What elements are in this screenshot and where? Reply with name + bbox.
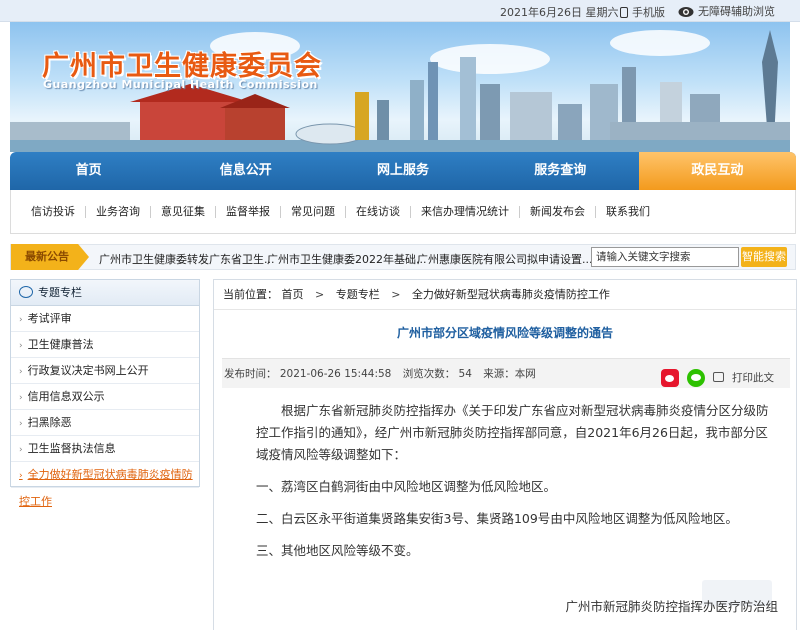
site-title-english: Guangzhou Municipal Health Commission bbox=[43, 78, 318, 91]
main-nav: 首页 信息公开 网上服务 服务查询 政民互动 bbox=[10, 152, 797, 190]
sub-nav: 信访投诉 业务咨询 意见征集 监督举报 常见问题 在线访谈 来信办理情况统计 新… bbox=[10, 190, 796, 234]
search-input[interactable]: 请输入关键文字搜索 bbox=[591, 247, 739, 267]
share-tools: 打印此文 bbox=[661, 363, 790, 393]
current-date: 2021年6月26日 星期六 bbox=[500, 6, 619, 19]
arrow-right-icon: › bbox=[19, 393, 23, 403]
article-source: 来源：本网 bbox=[483, 368, 536, 380]
sidebar-item-exam[interactable]: › 考试评审 bbox=[11, 306, 199, 332]
mobile-version-label: 手机版 bbox=[632, 6, 665, 19]
sidebar-item-label: 全力做好新型冠状病毒肺炎疫情防控工作 bbox=[19, 468, 193, 508]
subnav-letter-stats[interactable]: 来信办理情况统计 bbox=[411, 205, 520, 218]
arrow-right-icon: › bbox=[19, 471, 23, 481]
notice-item[interactable]: 广州惠康医院有限公司拟申请设置... bbox=[417, 251, 593, 267]
weibo-icon[interactable] bbox=[661, 369, 679, 387]
phone-icon bbox=[620, 7, 628, 18]
arrow-right-icon: › bbox=[19, 445, 23, 455]
sidebar-item-covid[interactable]: › 全力做好新型冠状病毒肺炎疫情防控工作 bbox=[11, 462, 199, 508]
breadcrumb-current[interactable]: 全力做好新型冠状病毒肺炎疫情防控工作 bbox=[412, 288, 610, 301]
mobile-version-link[interactable]: 手机版 bbox=[620, 4, 665, 20]
sidebar-item-credit[interactable]: › 信用信息双公示 bbox=[11, 384, 199, 410]
publish-time: 发布时间： 2021-06-26 15:44:58 bbox=[224, 368, 392, 380]
sidebar-item-label: 行政复议决定书网上公开 bbox=[27, 364, 149, 377]
sidebar-item-law[interactable]: › 卫生健康普法 bbox=[11, 332, 199, 358]
article-meta: 发布时间： 2021-06-26 15:44:58 浏览次数： 54 来源：本网… bbox=[222, 358, 790, 388]
notice-item[interactable]: 广州市卫生健康委转发广东省卫生... bbox=[99, 251, 275, 267]
article-paragraph: 三、其他地区风险等级不变。 bbox=[256, 543, 419, 558]
eye-icon bbox=[678, 7, 694, 17]
arrow-right-icon: › bbox=[19, 315, 23, 325]
article-body: 根据广东省新冠肺炎防控指挥办《关于印发广东省应对新型冠状病毒肺炎疫情分区分级防控… bbox=[256, 400, 776, 572]
sidebar-title: 专题专栏 bbox=[38, 286, 82, 299]
article-title: 广州市部分区域疫情风险等级调整的通告 bbox=[396, 326, 613, 340]
sidebar-item-label: 信用信息双公示 bbox=[27, 390, 105, 403]
sidebar-header: 专题专栏 bbox=[11, 280, 199, 306]
wechat-icon[interactable] bbox=[687, 369, 705, 387]
article-panel: 当前位置： 首页 > 专题专栏 > 全力做好新型冠状病毒肺炎疫情防控工作 广州市… bbox=[213, 279, 797, 630]
nav-service-query[interactable]: 服务查询 bbox=[482, 152, 639, 190]
subnav-press[interactable]: 新闻发布会 bbox=[520, 205, 596, 218]
subnav-report[interactable]: 监督举报 bbox=[216, 205, 281, 218]
topic-sidebar: 专题专栏 › 考试评审 › 卫生健康普法 › 行政复议决定书网上公开 › 信用信息双公示… bbox=[10, 279, 200, 508]
subnav-interview[interactable]: 在线访谈 bbox=[346, 205, 411, 218]
breadcrumb-topics[interactable]: 专题专栏 bbox=[336, 288, 380, 301]
article-paragraph: 一、荔湾区白鹤洞街由中风险地区调整为低风险地区。 bbox=[256, 479, 557, 494]
sidebar-item-label: 卫生健康普法 bbox=[27, 338, 94, 351]
accessibility-link[interactable]: 无障碍辅助浏览 bbox=[678, 3, 775, 19]
article-paragraph: 根据广东省新冠肺炎防控指挥办《关于印发广东省应对新型冠状病毒肺炎疫情分区分级防控… bbox=[256, 403, 769, 462]
sidebar-item-review[interactable]: › 行政复议决定书网上公开 bbox=[11, 358, 199, 384]
arrow-right-icon: › bbox=[19, 367, 23, 377]
article-paragraph: 二、白云区永平街道集贤路集安街3号、集贤路109号由中风险地区调整为低风险地区。 bbox=[256, 511, 738, 526]
nav-info-disclosure[interactable]: 信息公开 bbox=[167, 152, 324, 190]
article-signature: 广州市新冠肺炎防控指挥办医疗防治组 bbox=[565, 599, 778, 614]
arrow-right-icon: › bbox=[19, 419, 23, 429]
print-label: 打印此文 bbox=[732, 372, 774, 384]
nav-online-service[interactable]: 网上服务 bbox=[324, 152, 481, 190]
sidebar-item-enforcement[interactable]: › 卫生监督执法信息 bbox=[11, 436, 199, 462]
breadcrumb-home[interactable]: 首页 bbox=[282, 288, 304, 301]
nav-interaction[interactable]: 政民互动 bbox=[638, 152, 797, 190]
subnav-faq[interactable]: 常见问题 bbox=[281, 205, 346, 218]
notice-bar: 最新公告 广州市卫生健康委转发广东省卫生... 广州市卫生健康委2022年基础.… bbox=[10, 244, 796, 270]
notice-label: 最新公告 bbox=[11, 244, 89, 270]
breadcrumb-separator: > bbox=[391, 288, 401, 301]
sidebar-item-label: 考试评审 bbox=[27, 312, 72, 325]
site-banner: 广州市卫生健康委员会 Guangzhou Municipal Health Co… bbox=[10, 22, 790, 152]
accessibility-label: 无障碍辅助浏览 bbox=[698, 5, 775, 18]
breadcrumb: 当前位置： 首页 > 专题专栏 > 全力做好新型冠状病毒肺炎疫情防控工作 bbox=[214, 280, 796, 310]
view-count: 浏览次数： 54 bbox=[402, 368, 472, 380]
subnav-petition[interactable]: 信访投诉 bbox=[21, 205, 86, 218]
subnav-consult[interactable]: 业务咨询 bbox=[86, 205, 151, 218]
print-button[interactable]: 打印此文 bbox=[713, 372, 782, 384]
breadcrumb-separator: > bbox=[315, 288, 325, 301]
sidebar-item-label: 卫生监督执法信息 bbox=[27, 442, 116, 455]
nav-home[interactable]: 首页 bbox=[10, 152, 167, 190]
top-utility-bar: 2021年6月26日 星期六 手机版 无障碍辅助浏览 bbox=[0, 0, 800, 22]
sidebar-item-crime[interactable]: › 扫黑除恶 bbox=[11, 410, 199, 436]
breadcrumb-prefix: 当前位置： bbox=[223, 288, 278, 301]
notice-item[interactable]: 广州市卫生健康委2022年基础... bbox=[267, 251, 426, 267]
sidebar-item-label: 扫黑除恶 bbox=[27, 416, 72, 429]
search-button[interactable]: 智能搜索 bbox=[741, 247, 787, 267]
subnav-contact[interactable]: 联系我们 bbox=[596, 205, 660, 218]
printer-icon bbox=[713, 372, 724, 382]
arrow-right-icon: › bbox=[19, 341, 23, 351]
subnav-opinion[interactable]: 意见征集 bbox=[151, 205, 216, 218]
chat-bubble-icon bbox=[19, 286, 33, 298]
